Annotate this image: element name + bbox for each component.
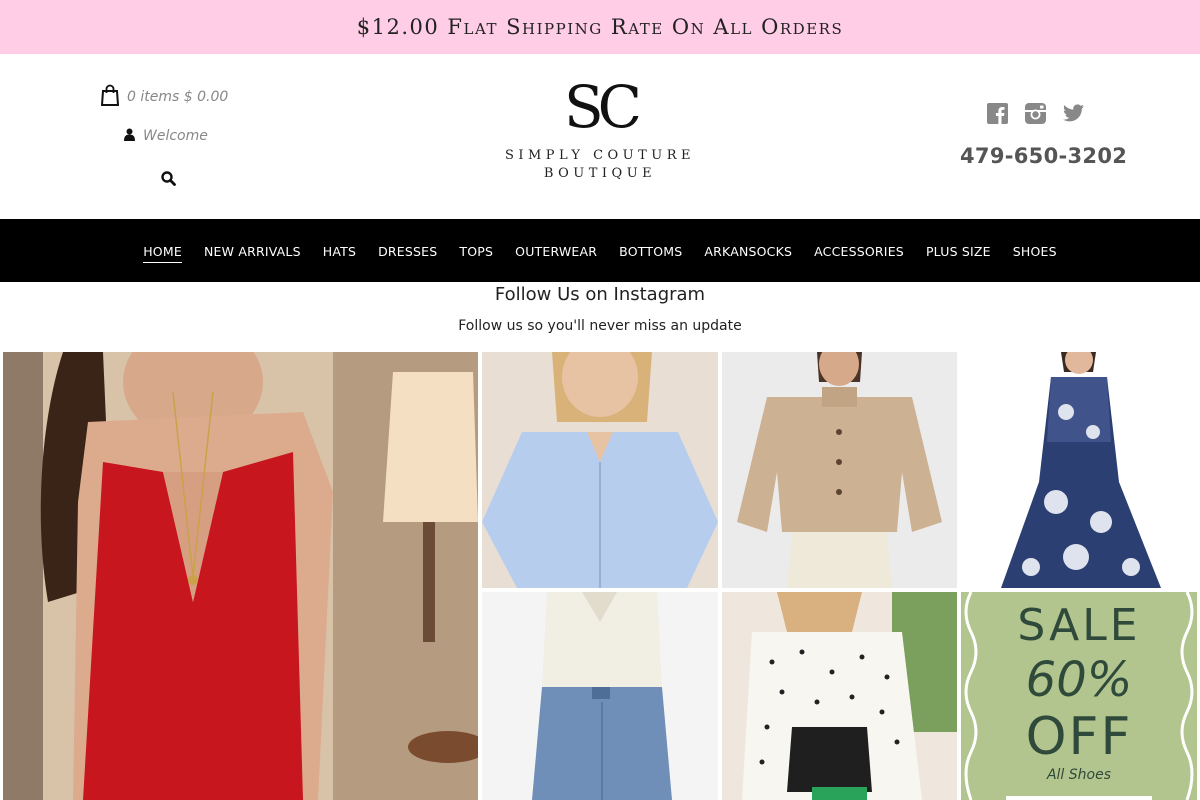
nav-item-hats[interactable]: HATS: [312, 238, 367, 264]
cart-summary: 0 items $ 0.00: [127, 89, 229, 105]
search-icon: [160, 170, 176, 190]
logo-line-2: BOUTIQUE: [543, 166, 657, 181]
instagram-post-cream-jacket[interactable]: [482, 592, 718, 800]
cart-link[interactable]: 0 items $ 0.00: [100, 84, 229, 110]
sale-line-1: SALE: [1017, 600, 1141, 651]
nav-item-tops[interactable]: TOPS: [448, 238, 504, 264]
twitter-icon[interactable]: [1062, 102, 1084, 124]
account-link[interactable]: Welcome: [124, 126, 208, 145]
sale-line-3: OFF: [1025, 707, 1133, 767]
site-logo[interactable]: SC SIMPLY COUTURE BOUTIQUE: [490, 76, 710, 196]
nav-list: HOME NEW ARRIVALS HATS DRESSES TOPS OUTE…: [0, 219, 1200, 282]
main-nav: HOME NEW ARRIVALS HATS DRESSES TOPS OUTE…: [0, 219, 1200, 282]
instagram-post-polka-dot-blouse[interactable]: [722, 592, 957, 800]
instagram-icon[interactable]: [1024, 102, 1046, 124]
nav-item-shoes[interactable]: SHOES: [1002, 238, 1068, 264]
sale-line-2: 60%: [1025, 652, 1133, 708]
nav-item-bottoms[interactable]: BOTTOMS: [608, 238, 693, 264]
shopping-bag-icon: [100, 84, 120, 110]
nav-item-home[interactable]: HOME: [132, 238, 193, 264]
site-header: 0 items $ 0.00 Welcome SC SIMPLY COUTURE…: [0, 54, 1200, 219]
phone-number[interactable]: 479-650-3202: [960, 144, 1127, 168]
welcome-text: Welcome: [143, 127, 208, 144]
nav-item-outerwear[interactable]: OUTERWEAR: [504, 238, 608, 264]
instagram-post-blue-cardigan[interactable]: [482, 352, 718, 588]
instagram-post-red-dress[interactable]: [3, 352, 478, 800]
instagram-section-subtitle: Follow us so you'll never miss an update: [458, 318, 742, 334]
social-links: [986, 102, 1084, 124]
instagram-post-sale-banner[interactable]: SALE 60% OFF All Shoes: [961, 592, 1197, 800]
nav-item-arkansocks[interactable]: ARKANSOCKS: [693, 238, 803, 264]
instagram-post-floral-dress[interactable]: [961, 352, 1197, 588]
nav-item-new-arrivals[interactable]: NEW ARRIVALS: [193, 238, 312, 264]
instagram-section-title: Follow Us on Instagram: [494, 284, 706, 305]
search-button[interactable]: [158, 169, 178, 191]
nav-item-dresses[interactable]: DRESSES: [367, 238, 448, 264]
promo-banner: $12.00 Flat Shipping Rate On All Orders: [0, 0, 1200, 54]
user-icon: [124, 126, 135, 145]
nav-item-plus-size[interactable]: PLUS SIZE: [915, 238, 1002, 264]
instagram-post-tan-jacket[interactable]: [722, 352, 957, 588]
logo-line-1: SIMPLY COUTURE: [504, 148, 696, 163]
promo-text: $12.00 Flat Shipping Rate On All Orders: [356, 15, 844, 39]
sale-line-4: All Shoes: [1046, 767, 1112, 783]
nav-item-accessories[interactable]: ACCESSORIES: [803, 238, 915, 264]
logo-mark: SC: [563, 73, 642, 141]
facebook-icon[interactable]: [986, 102, 1008, 124]
